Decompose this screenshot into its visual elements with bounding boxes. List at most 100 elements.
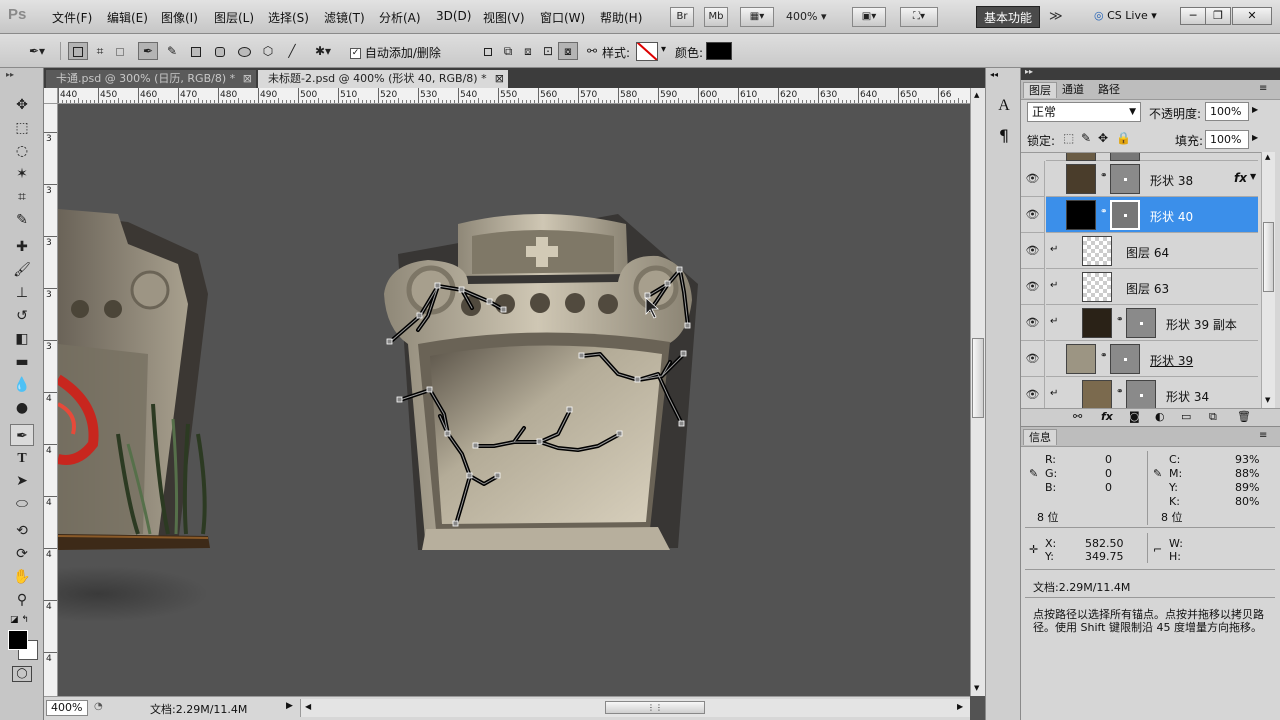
view-extras-button[interactable]: ▦▾ [740, 7, 774, 27]
menu-help[interactable]: 帮助(H) [600, 9, 642, 26]
intersect-shape-areas-button[interactable]: ⊡ [538, 42, 558, 60]
character-panel-icon[interactable]: A [992, 94, 1016, 118]
scroll-up-icon[interactable]: ▲ [1265, 153, 1270, 161]
pen-tool-button[interactable]: ✒ [138, 42, 158, 60]
add-layer-style-icon[interactable]: fx [1101, 410, 1113, 423]
adjustment-layer-icon[interactable]: ◐ [1155, 410, 1165, 423]
layer-effects-icon[interactable]: fx [1234, 171, 1247, 185]
zoom-field[interactable]: 400% [46, 700, 88, 716]
marquee-tool[interactable]: ⬚ [10, 117, 34, 139]
menu-layer[interactable]: 图层(L) [214, 9, 254, 26]
layer-row[interactable]: 👁 ↵ 图层 63 [1021, 269, 1258, 305]
opacity-input[interactable]: 100% [1205, 102, 1249, 121]
scroll-left-icon[interactable]: ◀ [305, 702, 311, 711]
vertical-scroll-thumb[interactable] [972, 338, 984, 418]
shape-tool[interactable]: ⬭ [10, 493, 34, 515]
launch-bridge-button[interactable]: Br [670, 7, 694, 27]
history-brush-tool[interactable]: ↺ [10, 305, 34, 327]
tab-layers[interactable]: 图层 [1023, 82, 1057, 98]
ellipse-tool-button[interactable] [234, 42, 254, 60]
clone-stamp-tool[interactable]: ⊥ [10, 282, 34, 304]
lock-image-icon[interactable]: ✎ [1081, 131, 1091, 145]
close-tab-icon[interactable]: ⊠ [243, 70, 252, 88]
tab-paths[interactable]: 路径 [1093, 82, 1125, 98]
menu-window[interactable]: 窗口(W) [540, 9, 585, 26]
shape-layers-mode-button[interactable] [68, 42, 88, 60]
dodge-tool[interactable]: ● [10, 397, 34, 419]
auto-add-delete-checkbox[interactable]: ✓ [350, 48, 361, 59]
new-group-icon[interactable]: ▭ [1181, 410, 1191, 423]
eyedropper-tool[interactable]: ✎ [10, 209, 34, 231]
style-dropdown-icon[interactable]: ▾ [661, 44, 666, 55]
menu-3d[interactable]: 3D(D) [436, 9, 471, 23]
freeform-pen-tool-button[interactable]: ✎ [162, 42, 182, 60]
fill-pixels-mode-button[interactable] [110, 42, 130, 60]
restore-button[interactable]: ❐ [1205, 7, 1231, 25]
zoom-tool[interactable]: ⚲ [10, 589, 34, 611]
horizontal-scroll-thumb[interactable]: ⋮⋮ [605, 701, 705, 714]
add-mask-icon[interactable]: ◙ [1129, 410, 1140, 423]
collapse-dock-icon[interactable]: ▸▸ [1025, 67, 1033, 76]
crop-tool[interactable]: ⌗ [10, 186, 34, 208]
horizontal-scrollbar[interactable]: ◀ ⋮⋮ ▶ [300, 699, 970, 717]
expand-effects-icon[interactable]: ▼ [1250, 172, 1256, 181]
color-swatch[interactable] [706, 42, 732, 60]
screen-mode-button[interactable]: ⛶▾ [900, 7, 938, 27]
paragraph-panel-icon[interactable]: ¶ [992, 124, 1016, 148]
lock-position-icon[interactable]: ✥ [1098, 131, 1108, 145]
minimize-button[interactable]: ─ [1180, 7, 1206, 25]
custom-shape-tool-button[interactable]: ✱▾ [306, 42, 340, 60]
fill-input[interactable]: 100% [1205, 130, 1249, 149]
cs-live-button[interactable]: ◎ CS Live ▾ [1094, 9, 1157, 22]
status-info-icon[interactable]: ◔ [94, 701, 103, 712]
opacity-slider-icon[interactable]: ▶ [1252, 105, 1258, 114]
mask-link-icon[interactable]: ⚭ [1116, 387, 1124, 397]
polygon-tool-button[interactable]: ⬡ [258, 42, 278, 60]
layer-row[interactable]: 👁 ↵ ⚭ 形状 39 副本 [1021, 305, 1258, 341]
mask-link-icon[interactable]: ⚭ [1100, 351, 1108, 361]
quick-mask-button[interactable]: ◯ [12, 666, 32, 682]
layer-visibility-eye-icon[interactable]: 👁 [1021, 197, 1045, 233]
mask-link-icon[interactable]: ⚭ [1100, 171, 1108, 181]
status-menu-arrow-icon[interactable]: ▶ [286, 701, 293, 711]
3d-orbit-tool[interactable]: ⟳ [10, 543, 34, 565]
link-layer-style-button[interactable]: ⚯ [582, 42, 602, 60]
layer-visibility-eye-icon[interactable]: 👁 [1021, 341, 1045, 377]
foreground-color-swatch[interactable] [8, 630, 28, 650]
vector-mask-thumbnail[interactable] [1110, 200, 1140, 230]
3d-rotate-tool[interactable]: ⟲ [10, 520, 34, 542]
scroll-up-icon[interactable]: ▲ [974, 91, 979, 99]
fill-slider-icon[interactable]: ▶ [1252, 133, 1258, 142]
expand-panels-icon[interactable]: ◂◂ [990, 70, 998, 79]
vector-mask-thumbnail[interactable] [1126, 308, 1156, 338]
document-tab-active[interactable]: 未标题-2.psd @ 400% (形状 40, RGB/8) * ⊠ [258, 70, 508, 88]
menu-select[interactable]: 选择(S) [268, 9, 309, 26]
menu-edit[interactable]: 编辑(E) [107, 9, 148, 26]
vector-mask-thumbnail[interactable] [1110, 344, 1140, 374]
vertical-scrollbar[interactable]: ▲ ▼ [970, 88, 985, 696]
vertical-ruler[interactable]: 3 3 3 3 3 4 4 4 4 4 4 [44, 104, 58, 696]
layer-row[interactable]: 👁 ⚭ 形状 38 fx ▼ [1021, 161, 1258, 197]
close-tab-icon[interactable]: ⊠ [495, 70, 504, 88]
lock-all-icon[interactable]: 🔒 [1116, 131, 1131, 145]
close-window-button[interactable]: ✕ [1232, 7, 1272, 25]
panel-menu-icon[interactable]: ≡ [1259, 83, 1267, 94]
pen-tool[interactable]: ✒ [10, 424, 34, 446]
collapse-toolbar-icon[interactable]: ▸▸ [6, 70, 14, 79]
mask-link-icon[interactable]: ⚭ [1116, 315, 1124, 325]
auto-add-delete-option[interactable]: ✓ 自动添加/删除 [350, 44, 441, 61]
layer-row[interactable]: 👁 ↵ 图层 64 [1021, 233, 1258, 269]
layers-scroll-thumb[interactable] [1263, 222, 1274, 292]
eraser-tool[interactable]: ◧ [10, 328, 34, 350]
type-tool[interactable]: T [10, 447, 34, 469]
scroll-right-icon[interactable]: ▶ [957, 702, 963, 711]
scroll-down-icon[interactable]: ▼ [1265, 396, 1270, 404]
workspace-switcher-button[interactable]: 基本功能 [976, 6, 1040, 28]
tab-channels[interactable]: 通道 [1057, 82, 1089, 98]
ruler-origin[interactable] [44, 88, 58, 104]
layer-row-partial[interactable] [1046, 153, 1258, 161]
layer-row[interactable]: 👁 ⚭ 形状 39 [1021, 341, 1258, 377]
vector-mask-thumbnail[interactable] [1126, 380, 1156, 408]
panel-menu-icon[interactable]: ≡ [1259, 430, 1267, 441]
arrange-documents-button[interactable]: ▣▾ [852, 7, 886, 27]
